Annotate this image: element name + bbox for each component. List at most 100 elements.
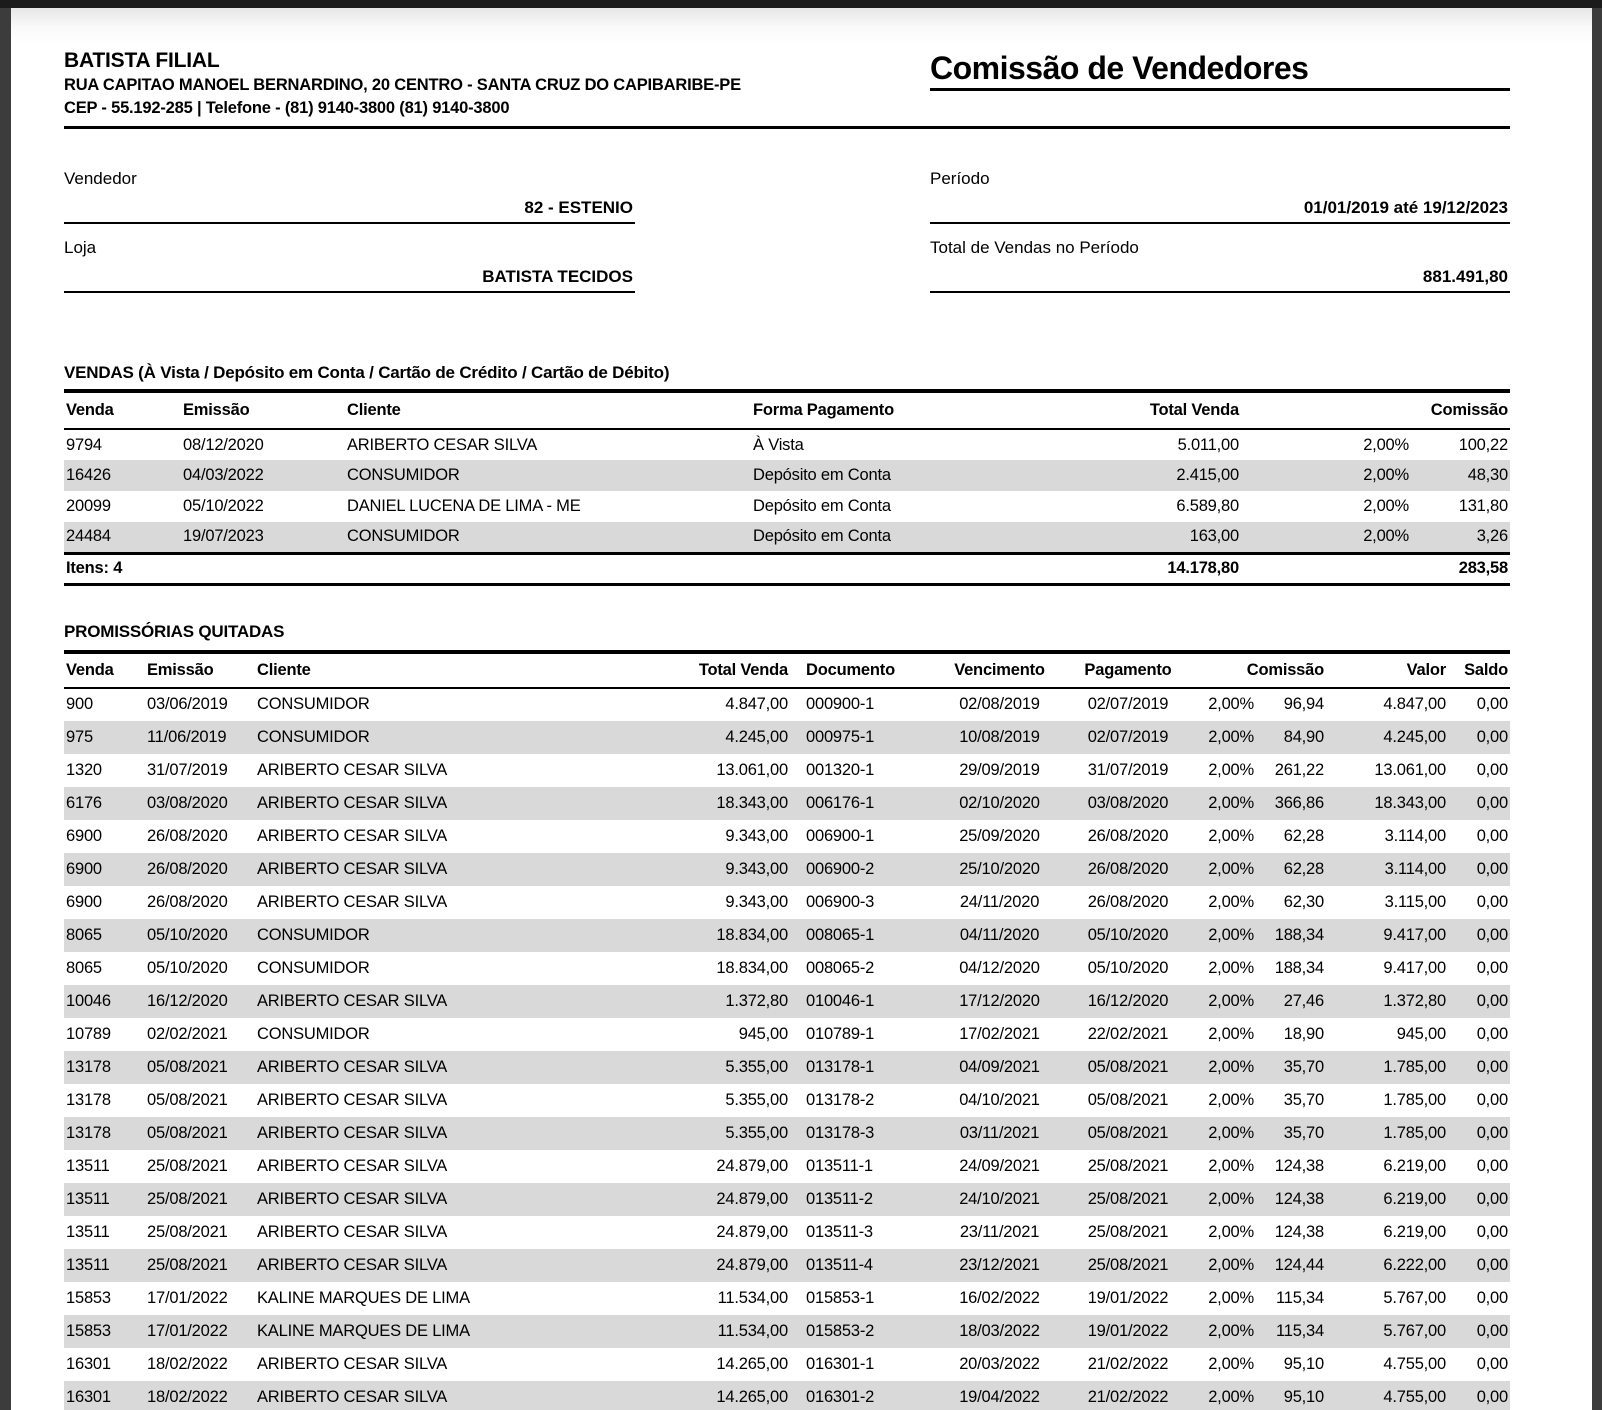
- cell-pagamento: 21/02/2022: [1066, 1348, 1190, 1381]
- table-row: 617603/08/2020ARIBERTO CESAR SILVA18.343…: [64, 787, 1510, 820]
- cell-pagamento: 05/08/2021: [1066, 1084, 1190, 1117]
- cell-saldo: 0,00: [1448, 1381, 1510, 1410]
- periodo-value: 01/01/2019 até 19/12/2023: [930, 197, 1510, 218]
- cell-pagamento: 19/01/2022: [1066, 1315, 1190, 1348]
- cell-venda: 13178: [64, 1051, 145, 1084]
- cell-comissao: 261,22: [1256, 754, 1326, 787]
- vendedor-value: 82 - ESTENIO: [64, 197, 635, 218]
- cell-venda: 16426: [64, 460, 181, 491]
- column-header: Venda: [64, 391, 181, 429]
- cell-saldo: 0,00: [1448, 1150, 1510, 1183]
- cell-saldo: 0,00: [1448, 721, 1510, 754]
- cell-cliente: CONSUMIDOR: [255, 1018, 675, 1051]
- cell-vencimento: 04/11/2020: [933, 919, 1066, 952]
- cell-vencimento: 20/03/2022: [933, 1348, 1066, 1381]
- cell-pct: 2,00%: [1190, 787, 1256, 820]
- cell-valor: 9.417,00: [1326, 919, 1448, 952]
- cell-emissao: 18/02/2022: [145, 1381, 255, 1410]
- cell-total: 9.343,00: [675, 853, 790, 886]
- cell-comissao: 96,94: [1256, 688, 1326, 721]
- cell-documento: 015853-1: [790, 1282, 933, 1315]
- cell-valor: 9.417,00: [1326, 952, 1448, 985]
- column-header: Forma Pagamento: [751, 391, 1051, 429]
- cell-total: 5.355,00: [675, 1084, 790, 1117]
- cell-cliente: ARIBERTO CESAR SILVA: [255, 1117, 675, 1150]
- cell-emissao: 16/12/2020: [145, 985, 255, 1018]
- cell-comissao: 35,70: [1256, 1084, 1326, 1117]
- cell-valor: 6.219,00: [1326, 1183, 1448, 1216]
- cell-comissao: 124,38: [1256, 1150, 1326, 1183]
- cell-pct: 2,00%: [1190, 688, 1256, 721]
- cell-comissao: 35,70: [1256, 1051, 1326, 1084]
- cell-vencimento: 04/09/2021: [933, 1051, 1066, 1084]
- cell-valor: 1.785,00: [1326, 1117, 1448, 1150]
- cell-saldo: 0,00: [1448, 754, 1510, 787]
- cell-documento: 000900-1: [790, 688, 933, 721]
- cell-saldo: 0,00: [1448, 1117, 1510, 1150]
- cell-vencimento: 02/10/2020: [933, 787, 1066, 820]
- cell-vencimento: 04/12/2020: [933, 952, 1066, 985]
- cell-comissao: 188,34: [1256, 919, 1326, 952]
- cell-forma: Depósito em Conta: [751, 460, 1051, 491]
- cell-vencimento: 23/12/2021: [933, 1249, 1066, 1282]
- cell-forma: Depósito em Conta: [751, 522, 1051, 553]
- cell-documento: 016301-1: [790, 1348, 933, 1381]
- cell-pagamento: 25/08/2021: [1066, 1216, 1190, 1249]
- cell-valor: 5.767,00: [1326, 1282, 1448, 1315]
- cell-comissao: 124,44: [1256, 1249, 1326, 1282]
- column-header: Comissão: [1190, 652, 1326, 688]
- cell-valor: 5.767,00: [1326, 1315, 1448, 1348]
- table-row: 90003/06/2019CONSUMIDOR4.847,00000900-10…: [64, 688, 1510, 721]
- cell-documento: 013511-1: [790, 1150, 933, 1183]
- cell-venda: 9794: [64, 429, 181, 460]
- cell-valor: 1.372,80: [1326, 985, 1448, 1018]
- cell-pagamento: 05/10/2020: [1066, 919, 1190, 952]
- cell-comissao: 95,10: [1256, 1348, 1326, 1381]
- cell-pct: 2,00%: [1190, 886, 1256, 919]
- loja-value: BATISTA TECIDOS: [64, 266, 635, 287]
- cell-emissao: 03/08/2020: [145, 787, 255, 820]
- cell-vencimento: 23/11/2021: [933, 1216, 1066, 1249]
- cell-emissao: 05/10/2020: [145, 952, 255, 985]
- totals-itens: Itens: 4: [64, 553, 1051, 584]
- cell-documento: 006900-2: [790, 853, 933, 886]
- cell-vencimento: 02/08/2019: [933, 688, 1066, 721]
- cell-forma: À Vista: [751, 429, 1051, 460]
- cell-vencimento: 29/09/2019: [933, 754, 1066, 787]
- table-row: 1630118/02/2022ARIBERTO CESAR SILVA14.26…: [64, 1381, 1510, 1410]
- cell-emissao: 03/06/2019: [145, 688, 255, 721]
- cell-comissao: 3,26: [1411, 522, 1510, 553]
- viewer-top-strip: [0, 0, 1602, 8]
- table-row: 690026/08/2020ARIBERTO CESAR SILVA9.343,…: [64, 820, 1510, 853]
- cell-saldo: 0,00: [1448, 1315, 1510, 1348]
- cell-documento: 006900-1: [790, 820, 933, 853]
- cell-saldo: 0,00: [1448, 1183, 1510, 1216]
- cell-cliente: ARIBERTO CESAR SILVA: [255, 1381, 675, 1410]
- cell-pct: 2,00%: [1190, 1249, 1256, 1282]
- cell-vencimento: 24/10/2021: [933, 1183, 1066, 1216]
- cell-comissao: 27,46: [1256, 985, 1326, 1018]
- cell-pagamento: 19/01/2022: [1066, 1282, 1190, 1315]
- cell-pagamento: 25/08/2021: [1066, 1150, 1190, 1183]
- column-header: Total Venda: [1051, 391, 1241, 429]
- vendas-totals-row: Itens: 4 14.178,80 283,58: [64, 553, 1510, 584]
- cell-cliente: ARIBERTO CESAR SILVA: [255, 1084, 675, 1117]
- cell-pagamento: 22/02/2021: [1066, 1018, 1190, 1051]
- cell-emissao: 25/08/2021: [145, 1216, 255, 1249]
- table-row: 690026/08/2020ARIBERTO CESAR SILVA9.343,…: [64, 853, 1510, 886]
- cell-total: 11.534,00: [675, 1315, 790, 1348]
- cell-cliente: CONSUMIDOR: [255, 688, 675, 721]
- cell-pct: 2,00%: [1190, 985, 1256, 1018]
- table-row: 2009905/10/2022DANIEL LUCENA DE LIMA - M…: [64, 491, 1510, 522]
- cell-emissao: 26/08/2020: [145, 853, 255, 886]
- cell-cliente: DANIEL LUCENA DE LIMA - ME: [345, 491, 751, 522]
- vendas-table: Venda Emissão Cliente Forma Pagamento To…: [64, 389, 1510, 586]
- cell-cliente: ARIBERTO CESAR SILVA: [255, 754, 675, 787]
- cell-valor: 1.785,00: [1326, 1051, 1448, 1084]
- cell-saldo: 0,00: [1448, 919, 1510, 952]
- cell-pct: 2,00%: [1190, 1381, 1256, 1410]
- cell-comissao: 188,34: [1256, 952, 1326, 985]
- cell-documento: 006900-3: [790, 886, 933, 919]
- cell-cliente: ARIBERTO CESAR SILVA: [255, 1051, 675, 1084]
- cell-pagamento: 16/12/2020: [1066, 985, 1190, 1018]
